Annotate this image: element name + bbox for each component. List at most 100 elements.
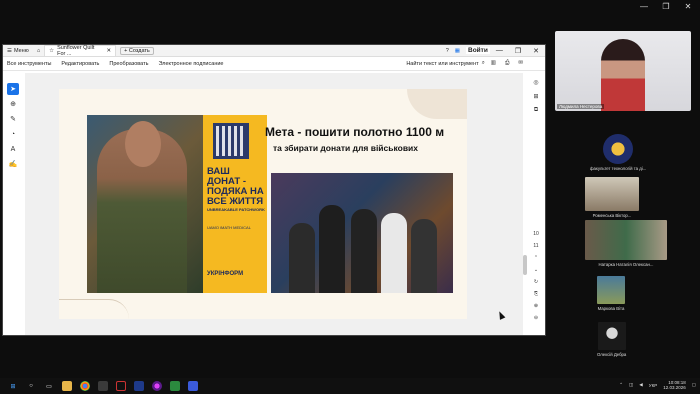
photoshop-icon[interactable] bbox=[134, 381, 144, 391]
left-tool-rail: ➤ ⊕ ✎ ◔ A ✍ bbox=[7, 83, 21, 170]
menu-button[interactable]: ☰ Меню bbox=[3, 48, 33, 54]
participant-avatar bbox=[603, 134, 634, 164]
windows-start-icon[interactable]: ⊞ bbox=[8, 381, 18, 391]
participant-name: Роменська Віктор... bbox=[592, 213, 632, 218]
donation-panel: ВАШ ДОНАТ - ПОДЯКА НА ВСЕ ЖИТТЯ UNBREAKA… bbox=[203, 115, 267, 293]
speaker-video[interactable]: Людмила Нестерова bbox=[555, 31, 691, 111]
page-number[interactable]: 10 bbox=[533, 231, 539, 237]
save-icon[interactable]: ⎘ bbox=[534, 291, 538, 297]
pdf-viewer-window: ☰ Меню ⌂ ☆ Sunflower Quilt For ... ✕ + С… bbox=[2, 44, 546, 336]
participant-tile[interactable]: Роменська Віктор... bbox=[585, 177, 639, 218]
all-tools-button[interactable]: Все инструменты bbox=[7, 61, 51, 67]
panel-title: ВАШ ДОНАТ - ПОДЯКА НА ВСЕ ЖИТТЯ bbox=[207, 166, 264, 207]
stamp-tool-icon[interactable]: ✍ bbox=[7, 158, 19, 170]
signin-button[interactable]: Войти bbox=[466, 47, 490, 54]
page-down-icon[interactable]: ⌄ bbox=[534, 267, 538, 273]
search-icon: ⌕ bbox=[481, 60, 485, 66]
group-photo bbox=[271, 173, 453, 293]
meeting-window-controls: — ❐ ✕ bbox=[638, 2, 694, 11]
help-icon[interactable]: ? bbox=[446, 48, 449, 54]
app-icon[interactable] bbox=[98, 381, 108, 391]
comment-icon[interactable]: ◎ bbox=[533, 79, 538, 86]
text-tool-icon[interactable]: A bbox=[7, 143, 19, 155]
chevron-up-icon[interactable]: ⌃ bbox=[619, 382, 623, 388]
pen-tool-icon[interactable]: ✎ bbox=[7, 113, 19, 125]
viewer-close-icon[interactable]: ✕ bbox=[533, 47, 539, 55]
tab-close-icon[interactable]: ✕ bbox=[107, 48, 112, 54]
clock-date: 12.03.2026 bbox=[663, 385, 686, 390]
participant-tile[interactable]: Олексій Дебра bbox=[597, 322, 626, 357]
mail-icon[interactable]: ✉ bbox=[518, 60, 523, 67]
convert-button[interactable]: Преобразовать bbox=[109, 61, 148, 67]
page-up-icon[interactable]: ⌃ bbox=[534, 255, 538, 261]
qr-code[interactable] bbox=[213, 123, 249, 159]
refresh-icon[interactable]: ↻ bbox=[534, 279, 538, 285]
viewer-minimize-icon[interactable]: — bbox=[496, 47, 503, 55]
pages-icon[interactable]: ⧉ bbox=[534, 107, 538, 114]
close-icon[interactable]: ✕ bbox=[682, 2, 694, 11]
clock[interactable]: 10:08:18 12.03.2026 bbox=[663, 380, 686, 390]
document-area[interactable]: ВАШ ДОНАТ - ПОДЯКА НА ВСЕ ЖИТТЯ UNBREAKA… bbox=[25, 73, 523, 335]
search-label: Найти текст или инструмент bbox=[406, 60, 479, 67]
panel-subtitle: UNBREAKABLE PATCHWORK bbox=[207, 207, 265, 212]
hamburger-icon: ☰ bbox=[7, 47, 12, 54]
highlight-tool-icon[interactable]: ◔ bbox=[7, 128, 19, 140]
app-icon[interactable] bbox=[152, 381, 162, 391]
star-icon[interactable]: ☆ bbox=[49, 48, 54, 54]
zoom-tool-icon[interactable]: ⊕ bbox=[7, 98, 19, 110]
page-number[interactable]: 11 bbox=[533, 243, 538, 249]
volume-icon[interactable]: ◀ bbox=[639, 382, 642, 388]
print-icon[interactable]: ⎙ bbox=[505, 60, 509, 67]
language-indicator[interactable]: УКР bbox=[649, 383, 657, 388]
home-icon[interactable]: ⌂ bbox=[37, 48, 40, 54]
bookmark-icon[interactable]: ⊞ bbox=[533, 93, 538, 100]
meeting-app-icon[interactable] bbox=[188, 381, 198, 391]
chrome-icon[interactable] bbox=[80, 381, 90, 391]
brand-logo: УКРІНФОРМ bbox=[207, 271, 244, 277]
system-tray: ⌃ ◫ ◀ УКР 10:08:18 12.03.2026 ▢ bbox=[619, 380, 696, 390]
participant-tile[interactable]: факультет технологій та ді... bbox=[590, 134, 646, 171]
new-tab-button[interactable]: + Создать bbox=[120, 46, 154, 55]
desktop: — ❐ ✕ ☰ Меню ⌂ ☆ Sunflower Quilt For ...… bbox=[0, 0, 700, 394]
task-view-icon[interactable]: ▭ bbox=[44, 381, 54, 391]
person-figure bbox=[319, 205, 345, 293]
scroll-thumb[interactable] bbox=[523, 255, 527, 275]
participant-tile[interactable]: Маркова Віта bbox=[597, 276, 625, 311]
tab-title: Sunflower Quilt For ... bbox=[57, 45, 95, 57]
apps-icon[interactable]: ▦ bbox=[455, 48, 460, 54]
esign-button[interactable]: Электронное подписание bbox=[158, 61, 223, 67]
file-explorer-icon[interactable] bbox=[62, 381, 72, 391]
person-figure bbox=[289, 223, 315, 293]
document-tab[interactable]: ☆ Sunflower Quilt For ... ✕ bbox=[44, 45, 117, 57]
page-decoration bbox=[407, 89, 467, 119]
person-figure bbox=[411, 219, 437, 293]
zoom-out-icon[interactable]: ⊖ bbox=[534, 315, 538, 321]
participant-tile[interactable]: Натарка Наталія Олексан... bbox=[585, 220, 667, 267]
page-navigation: 10 11 ⌃ ⌄ ↻ ⎘ ⊕ ⊖ bbox=[529, 231, 543, 321]
page-decoration-bottom bbox=[59, 299, 129, 319]
edit-button[interactable]: Редактировать bbox=[61, 61, 99, 67]
tab-bar: ☰ Меню ⌂ ☆ Sunflower Quilt For ... ✕ + С… bbox=[3, 45, 545, 57]
soldier-photo bbox=[87, 115, 203, 293]
app-icon[interactable] bbox=[170, 381, 180, 391]
pdf-app-icon[interactable] bbox=[116, 381, 126, 391]
page-headline: Мета - пошити полотно 1100 м bbox=[265, 125, 445, 139]
pdf-page: ВАШ ДОНАТ - ПОДЯКА НА ВСЕ ЖИТТЯ UNBREAKA… bbox=[59, 89, 467, 319]
viewer-maximize-icon[interactable]: ❐ bbox=[515, 47, 521, 55]
participant-name: факультет технологій та ді... bbox=[590, 166, 647, 171]
view-icon[interactable]: ▥ bbox=[491, 60, 496, 67]
search-tools[interactable]: Найти текст или инструмент ⌕ bbox=[406, 60, 484, 67]
search-taskbar-icon[interactable]: ○ bbox=[26, 381, 36, 391]
minimize-icon[interactable]: — bbox=[638, 2, 650, 11]
vertical-scrollbar[interactable] bbox=[523, 75, 527, 329]
notifications-icon[interactable]: ▢ bbox=[692, 382, 696, 388]
network-icon[interactable]: ◫ bbox=[629, 382, 633, 388]
person-figure bbox=[351, 209, 377, 293]
zoom-in-icon[interactable]: ⊕ bbox=[534, 303, 538, 309]
participant-name: Олексій Дебра bbox=[597, 352, 627, 357]
restore-icon[interactable]: ❐ bbox=[660, 2, 672, 11]
select-tool-icon[interactable]: ➤ bbox=[7, 83, 19, 95]
main-toolbar: Все инструменты Редактировать Преобразов… bbox=[3, 57, 545, 71]
participant-video bbox=[597, 322, 626, 350]
taskbar: ⊞ ○ ▭ ⌃ ◫ ◀ УКР 10:08:18 12.03.2026 ▢ bbox=[0, 378, 700, 394]
